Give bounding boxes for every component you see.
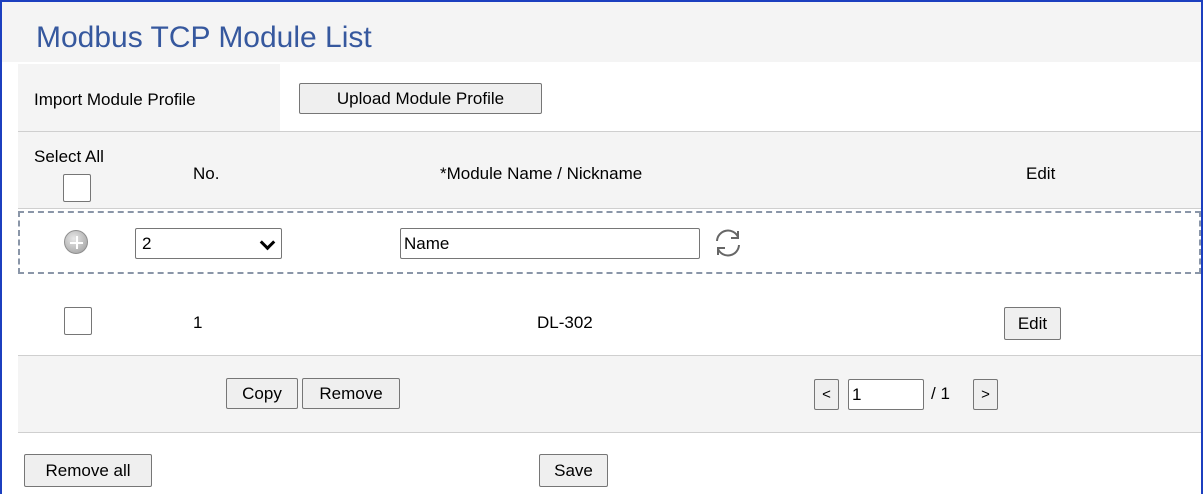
header-module-name: *Module Name / Nickname [440, 164, 643, 183]
row-module-name: DL-302 [537, 313, 593, 332]
remove-all-button[interactable]: Remove all [24, 454, 152, 487]
page-total: / 1 [931, 384, 950, 403]
header-no: No. [193, 164, 220, 183]
header-select-all: Select All [34, 147, 104, 166]
save-button[interactable]: Save [539, 454, 608, 487]
import-row: Import Module Profile Upload Module Prof… [18, 64, 1201, 131]
table-header: Select All No. *Module Name / Nickname E… [18, 132, 1201, 208]
module-number-select[interactable]: 2 [135, 228, 282, 259]
add-icon[interactable] [64, 230, 88, 254]
prev-page-button[interactable]: < [814, 379, 839, 410]
edit-button[interactable]: Edit [1004, 307, 1061, 340]
upload-module-profile-button[interactable]: Upload Module Profile [299, 83, 542, 114]
copy-button[interactable]: Copy [226, 378, 298, 409]
add-module-row: 2 Name [18, 211, 1201, 274]
module-name-input[interactable]: Name [400, 228, 700, 259]
header-edit: Edit [1026, 164, 1056, 183]
module-number-value: 2 [142, 234, 152, 253]
remove-button[interactable]: Remove [302, 378, 400, 409]
next-page-button[interactable]: > [973, 379, 998, 410]
import-label-cell: Import Module Profile [18, 64, 280, 131]
row-checkbox[interactable] [64, 307, 92, 335]
import-label: Import Module Profile [34, 90, 196, 109]
row-number: 1 [193, 313, 203, 332]
table-footer: Copy Remove < 1 / 1 > [18, 356, 1201, 432]
select-all-checkbox[interactable] [63, 174, 91, 202]
refresh-icon[interactable] [711, 226, 745, 260]
page-number-input[interactable]: 1 [848, 379, 924, 410]
title-bar: Modbus TCP Module List [2, 2, 1201, 62]
page-title: Modbus TCP Module List [36, 21, 372, 54]
divider [18, 432, 1201, 433]
divider [18, 208, 1201, 209]
chevron-down-icon [259, 234, 276, 251]
